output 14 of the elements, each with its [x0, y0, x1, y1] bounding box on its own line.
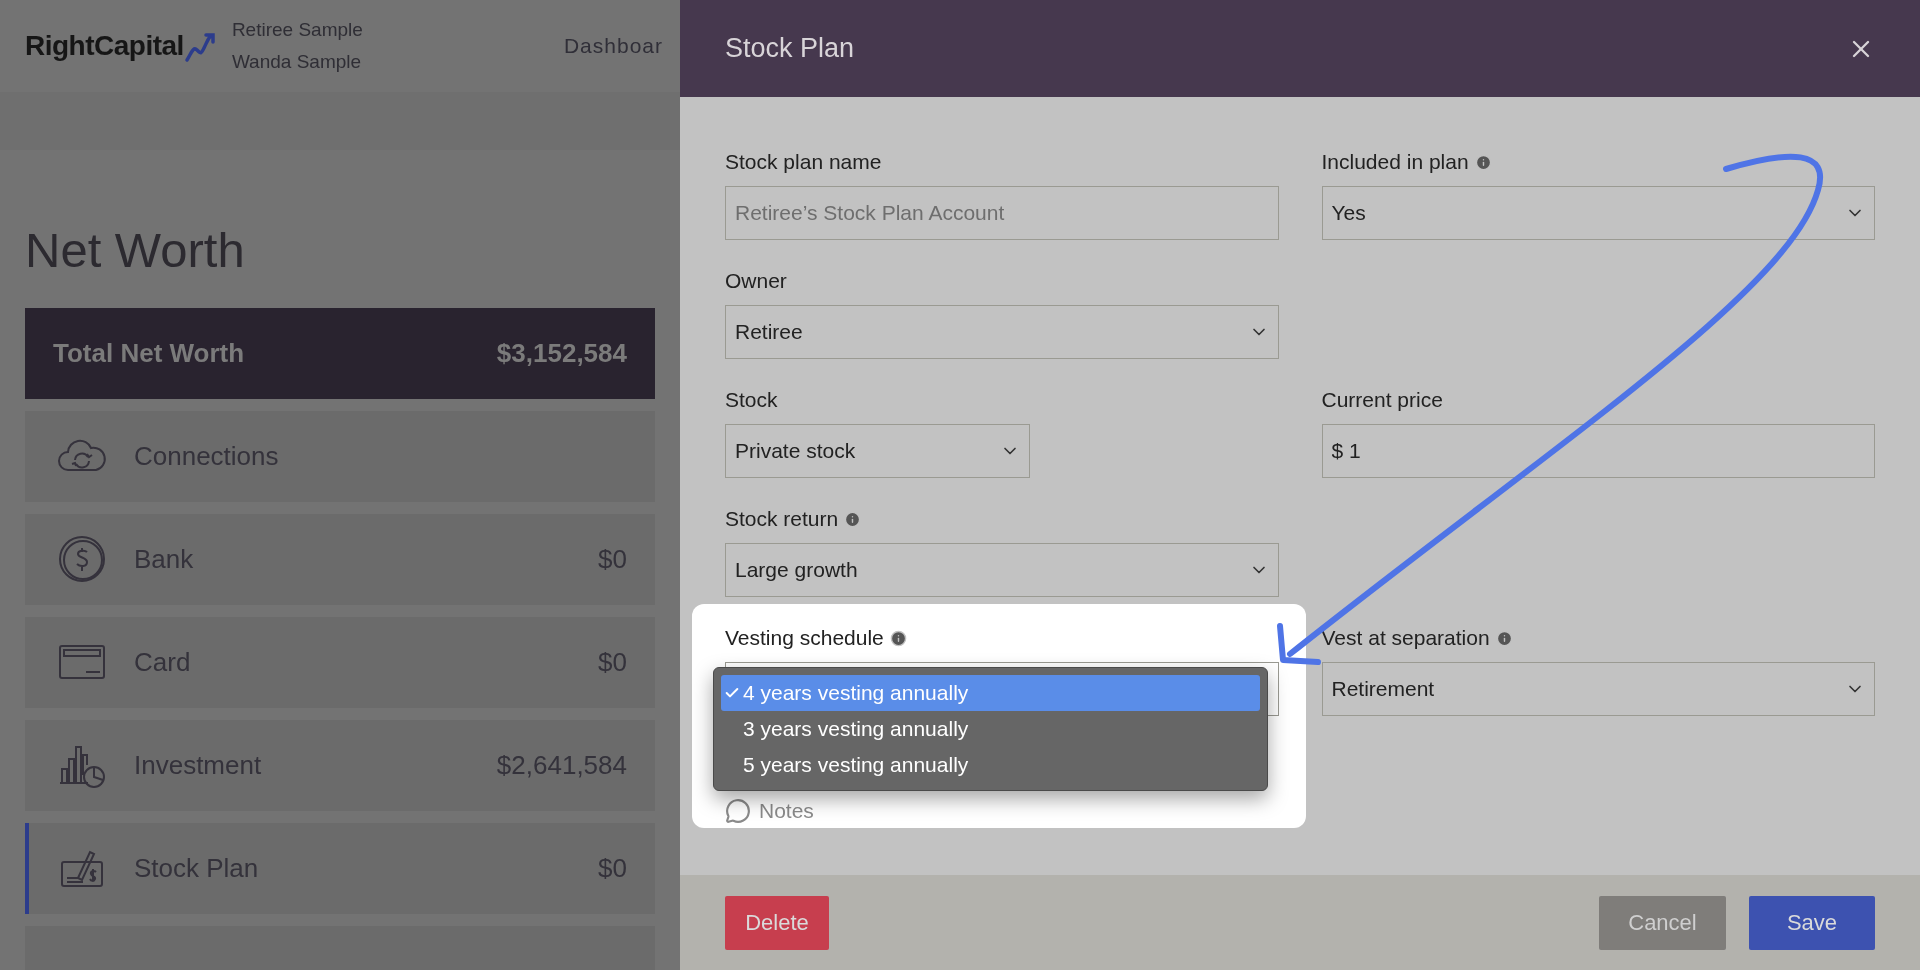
field-label: Owner [725, 268, 787, 295]
client-name: Retiree Sample [231, 17, 363, 42]
field-label: Vest at separation [1321, 625, 1490, 652]
field-label: Current price [1321, 387, 1443, 414]
field-label: Stock plan name [725, 149, 882, 176]
field-label: Included in plan [1321, 149, 1469, 176]
field-label: Vesting schedule [725, 625, 884, 652]
field-label: Stock return [725, 506, 839, 533]
page-title: Net Worth [25, 224, 246, 278]
field-label: Stock [725, 387, 778, 414]
dialog-header: Stock Plan [680, 0, 1920, 97]
logo-text: RightCapital [25, 29, 184, 63]
client-name: Wanda Sample [231, 50, 363, 74]
total-card: Total Net Worth $3,152,584 [25, 307, 655, 399]
